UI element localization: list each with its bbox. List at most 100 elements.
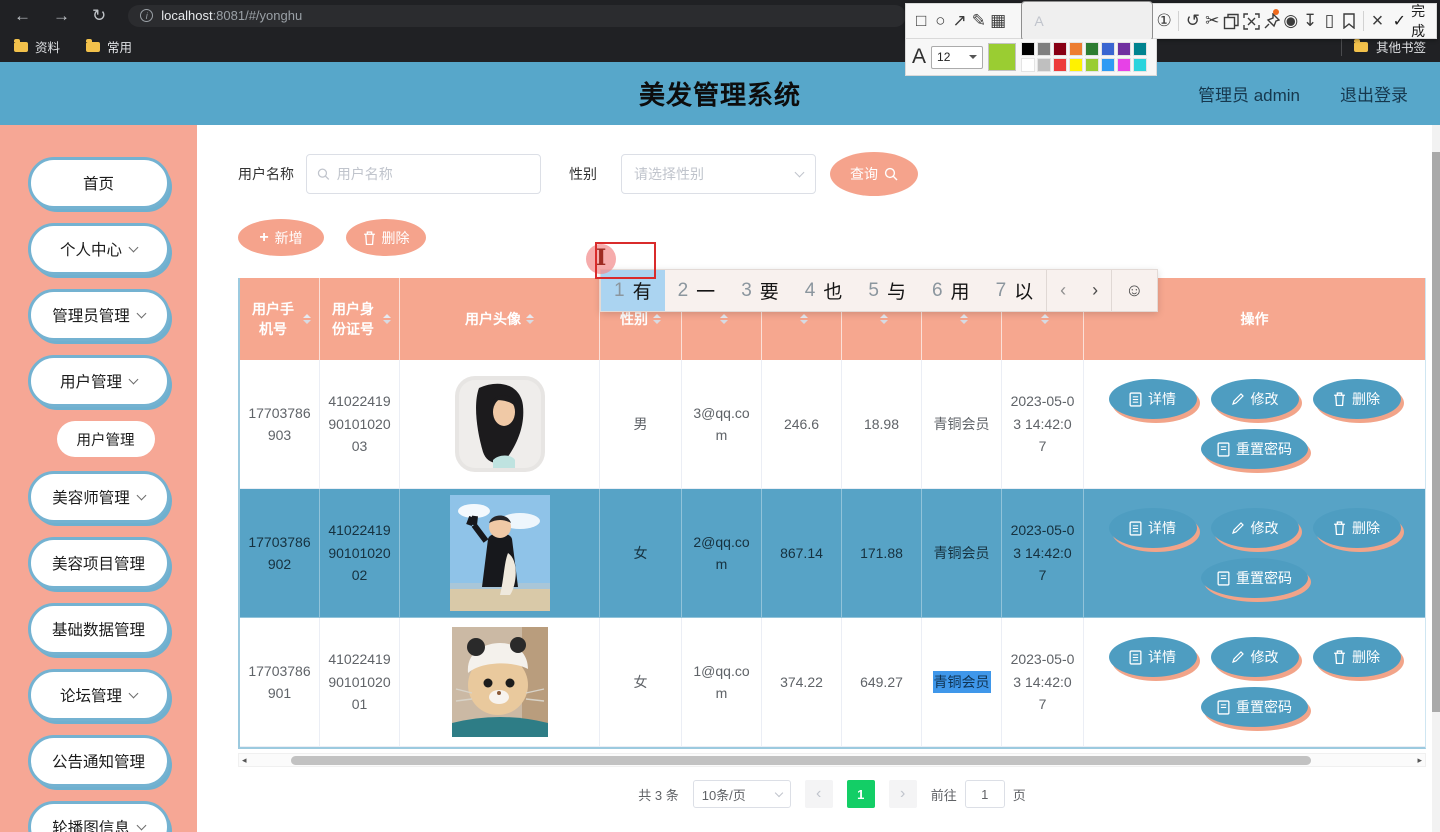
edit-button[interactable]: 修改 bbox=[1211, 508, 1299, 548]
reset-password-button[interactable]: 重置密码 bbox=[1201, 687, 1308, 727]
col-avatar[interactable]: 用户头像 bbox=[400, 278, 600, 360]
download-icon[interactable]: ↧ bbox=[1302, 8, 1318, 34]
reset-password-button[interactable]: 重置密码 bbox=[1201, 429, 1308, 469]
logout-link[interactable]: 退出登录 bbox=[1340, 81, 1408, 106]
cell-idcard: 410224199010102001 bbox=[320, 618, 400, 747]
mosaic-tool-icon[interactable]: ▦ bbox=[990, 8, 1006, 34]
detail-button[interactable]: 详情 bbox=[1109, 637, 1197, 677]
done-button[interactable]: ✓完成 bbox=[1389, 1, 1429, 41]
url-host: localhost bbox=[161, 8, 212, 23]
reset-password-button[interactable]: 重置密码 bbox=[1201, 558, 1308, 598]
detail-button[interactable]: 详情 bbox=[1109, 508, 1197, 548]
pencil-icon bbox=[1231, 521, 1245, 535]
record-icon[interactable]: ◉ bbox=[1283, 8, 1299, 34]
edit-button[interactable]: 修改 bbox=[1211, 637, 1299, 677]
color-swatch[interactable] bbox=[1101, 58, 1115, 72]
crop-icon[interactable]: ✂ bbox=[1204, 8, 1220, 34]
header-label: 用户身份证号 bbox=[328, 299, 378, 339]
name-input[interactable] bbox=[337, 166, 530, 182]
sidebar-item-personal-center[interactable]: 个人中心 bbox=[28, 223, 170, 275]
delete-row-button[interactable]: 删除 bbox=[1313, 379, 1401, 419]
sidebar-item-home[interactable]: 首页 bbox=[28, 157, 170, 209]
cancel-icon[interactable]: × bbox=[1369, 8, 1385, 34]
color-swatch[interactable] bbox=[1069, 58, 1083, 72]
ime-candidate[interactable]: 3要 bbox=[728, 270, 792, 311]
ime-candidate[interactable]: 4也 bbox=[792, 270, 856, 311]
pin-icon[interactable] bbox=[1263, 8, 1279, 34]
arrow-tool-icon[interactable]: ↗ bbox=[952, 8, 968, 34]
smiley-icon[interactable]: ☺ bbox=[1112, 270, 1156, 311]
forward-icon[interactable]: → bbox=[53, 6, 70, 26]
color-swatch[interactable] bbox=[1085, 42, 1099, 56]
bookmark-tool-icon[interactable] bbox=[1341, 8, 1357, 34]
font-size-select[interactable]: 12 bbox=[931, 46, 983, 69]
bookmark-folder-1[interactable]: 资料 bbox=[14, 37, 60, 56]
ime-next-icon[interactable]: › bbox=[1079, 270, 1111, 311]
current-color-swatch[interactable] bbox=[988, 43, 1016, 71]
color-swatch[interactable] bbox=[1133, 58, 1147, 72]
color-swatch[interactable] bbox=[1085, 58, 1099, 72]
divider bbox=[1178, 11, 1179, 31]
page-size-select[interactable]: 10条/页 bbox=[693, 780, 791, 808]
scroll-right-icon[interactable]: ▸ bbox=[1417, 754, 1422, 767]
goto-page-input[interactable] bbox=[965, 780, 1005, 808]
vertical-scrollbar-thumb[interactable] bbox=[1432, 152, 1440, 712]
col-idcard[interactable]: 用户身份证号 bbox=[320, 278, 400, 360]
detail-button[interactable]: 详情 bbox=[1109, 379, 1197, 419]
delete-row-button[interactable]: 删除 bbox=[1313, 637, 1401, 677]
undo-icon[interactable]: ↺ bbox=[1185, 8, 1201, 34]
app-header: 美发管理系统 管理员 admin 退出登录 bbox=[0, 62, 1440, 125]
gender-select[interactable]: 请选择性别 bbox=[621, 154, 816, 194]
step-badge-tool-icon[interactable]: ① bbox=[1156, 8, 1172, 34]
color-swatch[interactable] bbox=[1053, 42, 1067, 56]
ellipse-tool-icon[interactable]: ○ bbox=[932, 8, 948, 34]
horizontal-scrollbar-thumb[interactable] bbox=[291, 756, 1311, 765]
address-bar[interactable]: i localhost:8081/#/yonghu bbox=[128, 5, 906, 27]
color-swatch[interactable] bbox=[1037, 42, 1051, 56]
color-swatch[interactable] bbox=[1021, 42, 1035, 56]
sidebar-subitem-user-mgmt[interactable]: 用户管理 bbox=[57, 421, 155, 457]
ocr-scan-icon[interactable] bbox=[1243, 8, 1260, 34]
query-button[interactable]: 查询 bbox=[830, 152, 918, 196]
current-page[interactable]: 1 bbox=[847, 780, 875, 808]
ime-candidate[interactable]: 6用 bbox=[919, 270, 983, 311]
delete-row-button[interactable]: 删除 bbox=[1313, 508, 1401, 548]
prev-page-button[interactable]: ‹ bbox=[805, 780, 833, 808]
sidebar-item-stylist-mgmt[interactable]: 美容师管理 bbox=[28, 471, 170, 523]
edit-button[interactable]: 修改 bbox=[1211, 379, 1299, 419]
back-icon[interactable]: ← bbox=[14, 6, 31, 26]
pen-tool-icon[interactable]: ✎ bbox=[971, 8, 987, 34]
ime-prev-icon[interactable]: ‹ bbox=[1047, 270, 1079, 311]
scroll-left-icon[interactable]: ◂ bbox=[242, 754, 247, 767]
reload-icon[interactable]: ↻ bbox=[92, 6, 106, 26]
page-info-icon[interactable]: i bbox=[140, 9, 153, 22]
color-swatch[interactable] bbox=[1133, 42, 1147, 56]
color-swatch[interactable] bbox=[1117, 58, 1131, 72]
cell-level: 青铜会员 bbox=[922, 360, 1002, 489]
delete-button[interactable]: 删除 bbox=[346, 219, 426, 256]
ime-candidate[interactable]: 5与 bbox=[855, 270, 919, 311]
ime-candidate[interactable]: 2一 bbox=[665, 270, 729, 311]
color-swatch[interactable] bbox=[1117, 42, 1131, 56]
sidebar-item-carousel-info[interactable]: 轮播图信息 bbox=[28, 801, 170, 832]
color-swatch[interactable] bbox=[1037, 58, 1051, 72]
color-swatch[interactable] bbox=[1101, 42, 1115, 56]
sidebar-item-admin-mgmt[interactable]: 管理员管理 bbox=[28, 289, 170, 341]
sidebar-item-beauty-project-mgmt[interactable]: 美容项目管理 bbox=[28, 537, 170, 589]
sidebar-item-forum-mgmt[interactable]: 论坛管理 bbox=[28, 669, 170, 721]
color-swatch[interactable] bbox=[1069, 42, 1083, 56]
text-tool-icon[interactable]: A bbox=[1021, 1, 1153, 41]
bookmark-folder-2[interactable]: 常用 bbox=[86, 37, 132, 56]
ime-candidate[interactable]: 7以 bbox=[983, 270, 1047, 311]
color-swatch[interactable] bbox=[1021, 58, 1035, 72]
sidebar-item-user-mgmt[interactable]: 用户管理 bbox=[28, 355, 170, 407]
sidebar-item-notice-mgmt[interactable]: 公告通知管理 bbox=[28, 735, 170, 787]
rect-tool-icon[interactable]: □ bbox=[913, 8, 929, 34]
next-page-button[interactable]: › bbox=[889, 780, 917, 808]
device-icon[interactable]: ▯ bbox=[1321, 8, 1337, 34]
sidebar-item-base-data-mgmt[interactable]: 基础数据管理 bbox=[28, 603, 170, 655]
copy-icon[interactable] bbox=[1223, 8, 1240, 34]
add-button[interactable]: +新增 bbox=[238, 219, 324, 256]
color-swatch[interactable] bbox=[1053, 58, 1067, 72]
col-phone[interactable]: 用户手机号 bbox=[240, 278, 320, 360]
